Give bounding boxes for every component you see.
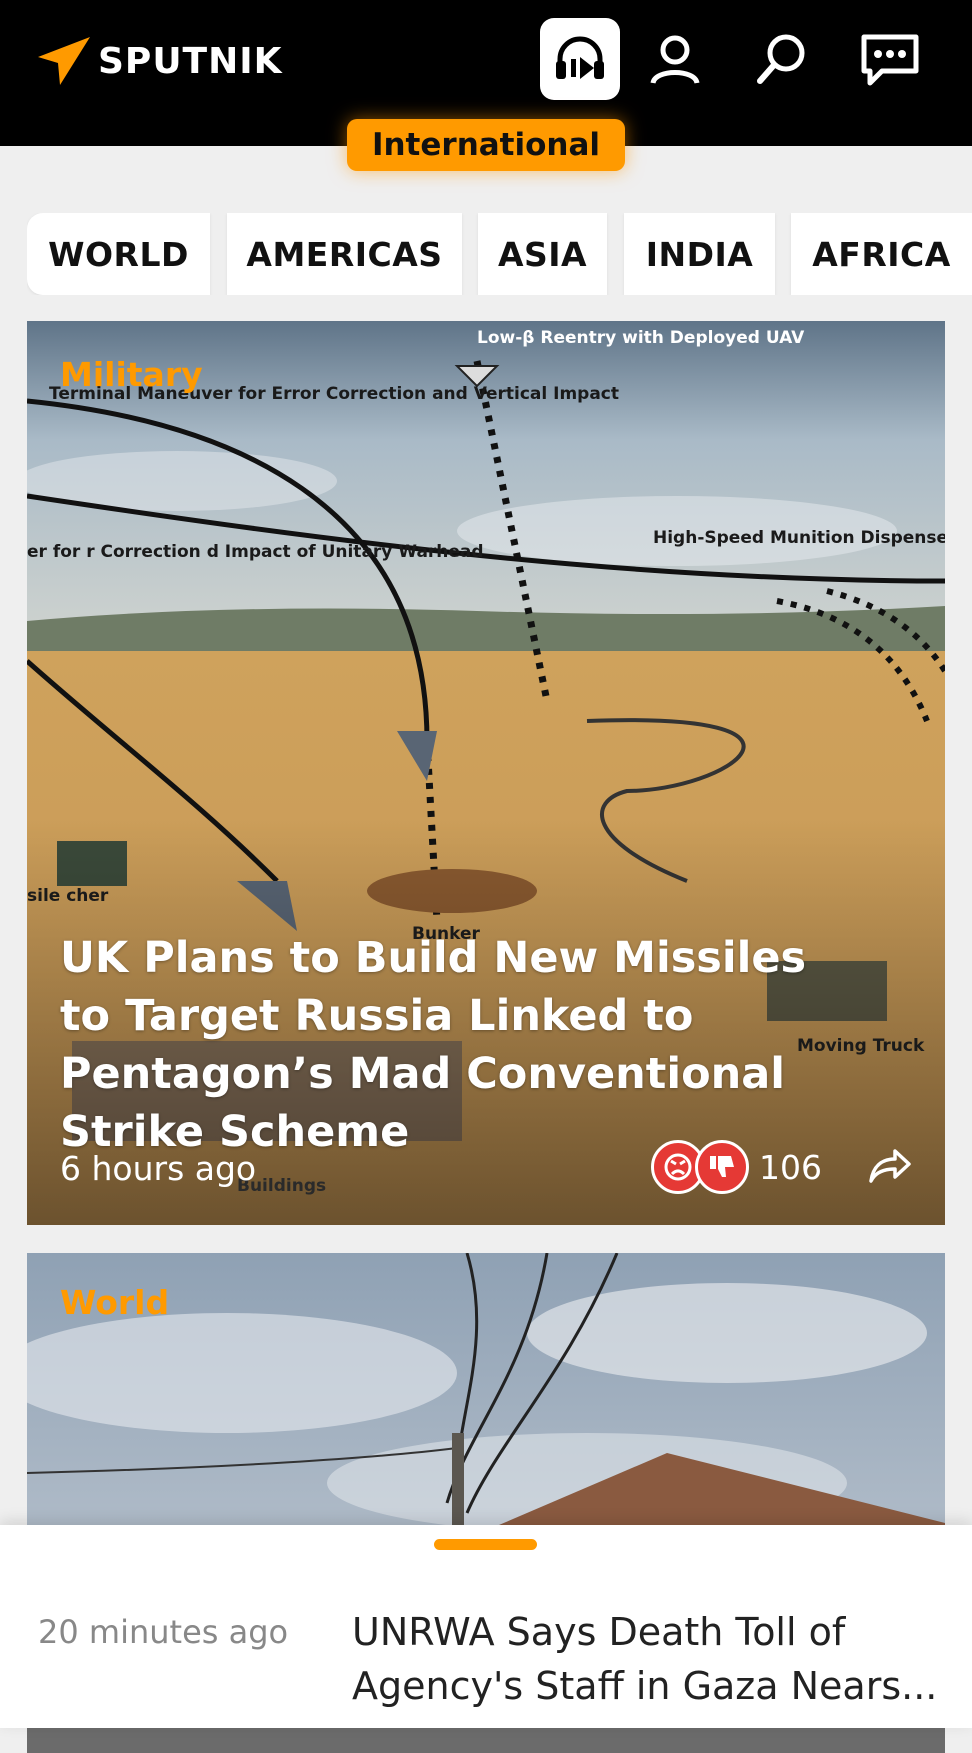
dislike-reaction-icon	[695, 1140, 749, 1194]
search-icon	[757, 34, 805, 84]
edition-selector[interactable]: International	[347, 119, 625, 171]
article-card[interactable]: Low-β Reentry with Deployed UAV Terminal…	[27, 321, 945, 1225]
reaction-count: 106	[759, 1147, 822, 1187]
article-category-tag[interactable]: World	[60, 1283, 169, 1322]
chat-icon	[861, 34, 919, 86]
logo-text: SPUTNIK	[98, 40, 283, 82]
category-americas[interactable]: AMERICAS	[227, 213, 462, 295]
share-button[interactable]	[867, 1147, 913, 1189]
reactions[interactable]: 106	[651, 1140, 822, 1194]
image-label-missile: sile cher	[27, 886, 109, 906]
image-label-highspeed: High-Speed Munition Dispense from Glidin…	[653, 528, 945, 548]
category-world[interactable]: WORLD	[27, 213, 210, 295]
radio-button[interactable]	[540, 18, 620, 100]
latest-news-title[interactable]: UNRWA Says Death Toll of Agency's Staff …	[352, 1605, 952, 1713]
latest-news-sheet[interactable]: 20 minutes ago UNRWA Says Death Toll of …	[0, 1525, 972, 1728]
chat-button[interactable]	[850, 18, 930, 100]
sputnik-logo[interactable]: SPUTNIK	[38, 36, 283, 86]
radio-headphones-icon	[556, 36, 604, 79]
category-india[interactable]: INDIA	[624, 213, 775, 295]
latest-news-time: 20 minutes ago	[38, 1613, 289, 1651]
article-category-tag[interactable]: Military	[60, 355, 203, 394]
sheet-drag-handle[interactable]	[434, 1539, 537, 1550]
sputnik-logo-icon	[38, 37, 90, 85]
user-button[interactable]	[635, 18, 715, 100]
image-label-reentry: Low-β Reentry with Deployed UAV	[477, 328, 805, 348]
category-africa[interactable]: AFRICA	[791, 213, 972, 295]
category-nav: WORLD AMERICAS ASIA INDIA AFRICA	[27, 213, 972, 295]
article-time: 6 hours ago	[60, 1149, 257, 1188]
image-label-left: er for r Correction d Impact of Unitary …	[27, 542, 484, 562]
share-icon	[869, 1149, 911, 1183]
user-icon	[650, 35, 700, 85]
search-button[interactable]	[742, 18, 822, 100]
category-asia[interactable]: ASIA	[478, 213, 607, 295]
article-headline[interactable]: UK Plans to Build New Missiles to Target…	[60, 929, 870, 1161]
